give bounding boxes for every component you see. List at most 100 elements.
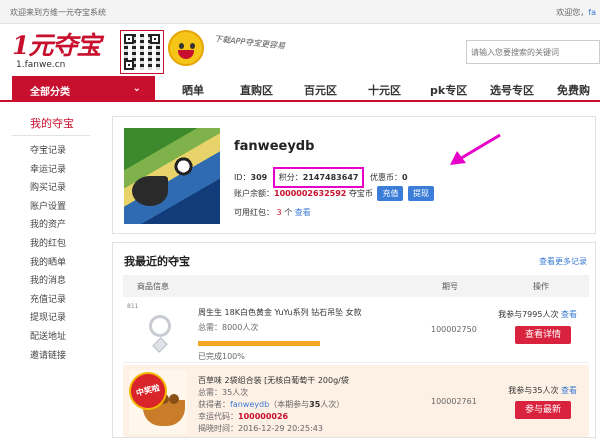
product-total: 总需：35人次: [198, 388, 249, 397]
logo-url: 1.fanwe.cn: [16, 60, 66, 70]
product-total: 总需：8000人次: [198, 323, 259, 332]
sidebar-item-messages[interactable]: 我的消息: [12, 272, 90, 291]
user-link[interactable]: fa: [588, 8, 596, 17]
nav-item-free[interactable]: 免费购: [557, 82, 590, 98]
nav-item-share[interactable]: 晒单: [182, 82, 204, 98]
search-box: [466, 40, 600, 64]
welcome-text: 欢迎来到方维一元夺宝系统: [10, 8, 106, 17]
sidebar-item-account[interactable]: 账户设置: [12, 198, 90, 217]
participation-count: 我参与35人次: [508, 386, 559, 395]
sidebar-item-invite[interactable]: 邀请链接: [12, 347, 90, 366]
smiley-eye: [190, 43, 195, 49]
avatar-beak: [132, 176, 168, 206]
redpack-count: 3: [276, 208, 282, 217]
pendant-stone: [152, 337, 168, 353]
participation-view-link[interactable]: 查看: [561, 386, 577, 395]
profile-username: fanweeydb: [234, 139, 315, 154]
id-label: ID：: [234, 173, 251, 182]
profile-redpacks: 可用红包： 3 个 查看: [234, 207, 311, 218]
nav-item-hundred[interactable]: 百元区: [304, 82, 337, 98]
all-categories-button[interactable]: 全部分类 ⌄: [12, 76, 155, 102]
progress-bar: [198, 341, 320, 346]
all-categories-label: 全部分类: [30, 87, 70, 98]
pendant-chain: [149, 315, 171, 337]
table-header: 商品信息 期号 操作: [123, 275, 589, 297]
logo-mark: 1元夺宝: [12, 31, 101, 60]
recent-header: 我最近的夺宝 查看更多记录: [113, 243, 595, 275]
smiley-eye: [179, 43, 184, 49]
progress-fill: [198, 341, 320, 346]
greeting-label: 欢迎您，: [556, 8, 589, 17]
points-value: 2147483647: [302, 173, 359, 182]
winner-note-b: 人次）: [320, 400, 345, 409]
profile-card: fanweeydb ID：309 积分：2147483647 优惠币：0 账户余…: [112, 116, 596, 234]
view-details-button[interactable]: 查看详情: [515, 326, 571, 344]
qr-code-icon: [120, 30, 164, 74]
redpack-view-link[interactable]: 查看: [295, 208, 311, 217]
qr-finder: [150, 34, 160, 44]
withdraw-button[interactable]: 提现: [408, 186, 435, 201]
participation-info: 我参与7995人次 查看: [498, 309, 577, 320]
recent-records-panel: 我最近的夺宝 查看更多记录 商品信息 期号 操作 811 周生生 18K白色黄金…: [112, 242, 596, 438]
participation-count: 我参与7995人次: [498, 310, 559, 319]
corner-label: 811: [127, 303, 139, 310]
participation-view-link[interactable]: 查看: [561, 310, 577, 319]
sidebar-item-purchases[interactable]: 购买记录: [12, 179, 90, 198]
main-nav: 全部分类 ⌄ 晒单 直购区 百元区 十元区 pk专区 选号专区 免费购: [0, 76, 600, 102]
recharge-button[interactable]: 充值: [377, 186, 404, 201]
profile-balance: 账户余额：1000002632592 夺宝币 充值 提现: [234, 186, 435, 201]
sidebar-item-records[interactable]: 夺宝记录: [12, 142, 90, 161]
balance-unit: 夺宝币: [348, 189, 373, 198]
sidebar-item-withdraw[interactable]: 提现记录: [12, 309, 90, 328]
qr-finder: [124, 60, 134, 70]
draw-time: 2016-12-29 20:25:43: [238, 424, 323, 433]
smiley-icon: [168, 30, 204, 66]
product-image[interactable]: 中奖啦: [127, 370, 187, 434]
winner-label: 获得者：: [198, 400, 230, 409]
progress-text: 已完成100%: [198, 352, 245, 361]
sidebar-item-redpacks[interactable]: 我的红包: [12, 235, 90, 254]
product-nut: [169, 394, 179, 404]
user-greeting: 欢迎您，fa: [556, 7, 596, 18]
balance-value: 1000002632592: [274, 189, 347, 198]
period-number: 100002761: [431, 397, 477, 406]
sidebar-title: 我的夺宝: [12, 114, 90, 136]
nav-item-pick-number[interactable]: 选号专区: [490, 82, 534, 98]
sidebar-item-address[interactable]: 配送地址: [12, 328, 90, 347]
draw-time-info: 揭晓时间：2016-12-29 20:25:43: [198, 423, 323, 434]
winner-info: 获得者：fanweydb（本期参与35人次）: [198, 399, 344, 410]
column-header-action: 操作: [533, 282, 549, 291]
recent-title: 我最近的夺宝: [124, 255, 190, 268]
site-header: 1元夺宝 1.fanwe.cn 下载APP夺宝更容易: [0, 24, 600, 76]
participation-info: 我参与35人次 查看: [508, 385, 577, 396]
period-number: 100002750: [431, 325, 477, 334]
nav-item-ten[interactable]: 十元区: [368, 82, 401, 98]
sidebar-item-assets[interactable]: 我的资产: [12, 216, 90, 235]
coupon-value: 0: [402, 173, 408, 182]
sidebar-item-recharge[interactable]: 充值记录: [12, 291, 90, 310]
nav-item-direct[interactable]: 直购区: [240, 82, 273, 98]
search-input[interactable]: [467, 41, 599, 63]
product-image[interactable]: 811: [127, 303, 187, 357]
coupon-label: 优惠币：: [370, 173, 402, 182]
sidebar-item-lucky[interactable]: 幸运记录: [12, 161, 90, 180]
chevron-down-icon: ⌄: [132, 83, 141, 94]
app-slogan: 下载APP夺宝更容易: [213, 34, 286, 51]
more-records-link[interactable]: 查看更多记录: [539, 256, 587, 267]
redpack-label: 可用红包：: [234, 208, 274, 217]
sidebar-item-shares[interactable]: 我的晒单: [12, 254, 90, 273]
avatar[interactable]: [124, 128, 220, 224]
product-name[interactable]: 周生生 18K白色黄金 YuYu系列 钻石吊坠 女款: [198, 307, 362, 318]
winner-name[interactable]: fanweydb: [230, 400, 269, 409]
join-latest-button[interactable]: 参与最新: [515, 401, 571, 419]
column-header-product: 商品信息: [137, 282, 169, 291]
smiley-mouth: [178, 50, 194, 59]
qr-finder: [124, 34, 134, 44]
points-label: 积分：: [278, 173, 303, 182]
site-logo[interactable]: 1元夺宝 1.fanwe.cn: [12, 32, 110, 72]
redpack-unit: 个: [284, 208, 293, 217]
winner-count: 35: [309, 400, 321, 409]
balance-label: 账户余额：: [234, 189, 274, 198]
nav-item-pk[interactable]: pk专区: [430, 82, 467, 98]
product-name[interactable]: 百草味 2袋组合装 [无核白葡萄干 200g/袋: [198, 375, 349, 386]
